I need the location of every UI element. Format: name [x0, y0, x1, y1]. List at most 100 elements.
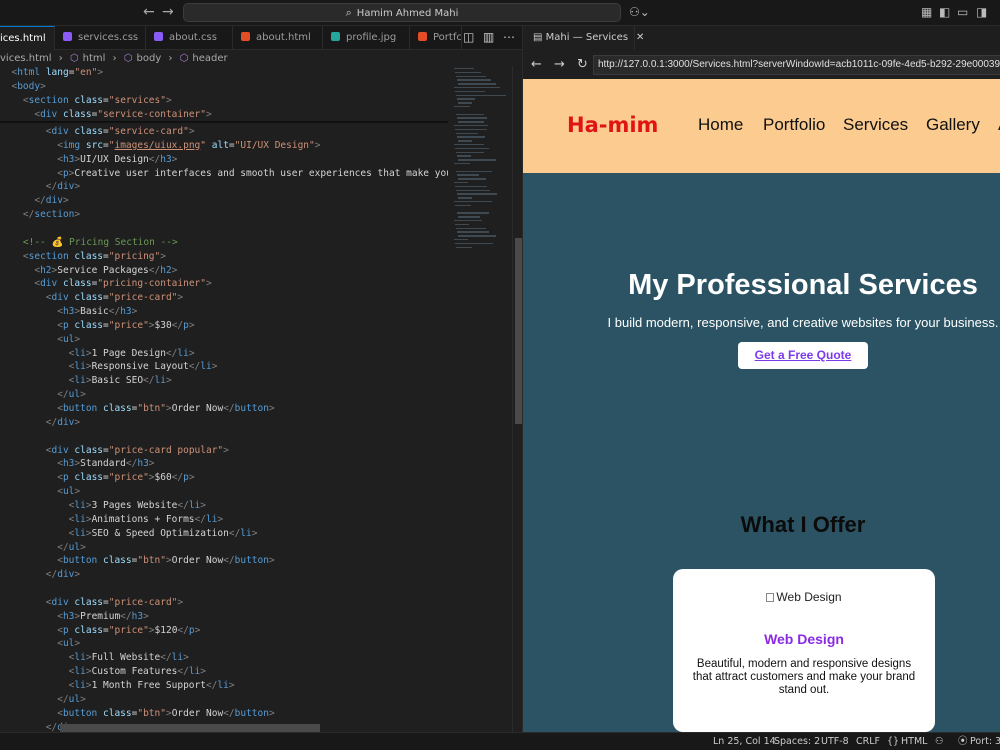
code-line[interactable]: <p class="price">$60</p>: [0, 471, 194, 485]
code-line[interactable]: <h3>Standard</h3>: [0, 457, 154, 471]
breadcrumb-file[interactable]: vices.html: [0, 53, 52, 64]
toggle-sidebar-icon[interactable]: ◧: [939, 5, 950, 19]
code-editor[interactable]: <html lang="en"> <body> <section class="…: [0, 66, 448, 732]
code-line[interactable]: <div class="price-card popular">: [0, 444, 229, 458]
nav-link-portfolio[interactable]: Portfolio: [763, 115, 825, 135]
scrollbar-thumb[interactable]: [515, 238, 522, 424]
code-line[interactable]: <ul>: [0, 485, 80, 499]
breadcrumb-header[interactable]: header: [192, 53, 227, 64]
browser-toolbar: ← → ↻ http://127.0.0.1:3000/Services.htm…: [523, 51, 1000, 79]
tab-about-html[interactable]: about.html: [233, 26, 323, 50]
code-line[interactable]: <p>Creative user interfaces and smooth u…: [0, 167, 448, 181]
code-line[interactable]: <button class="btn">Order Now</button>: [0, 554, 274, 568]
code-line[interactable]: <li>SEO & Speed Optimization</li>: [0, 527, 258, 541]
command-center-search[interactable]: ⌕ Hamim Ahmed Mahi: [183, 3, 621, 22]
forward-icon[interactable]: →: [554, 57, 565, 72]
code-line[interactable]: <div class="price-card">: [0, 596, 183, 610]
code-line[interactable]: <button class="btn">Order Now</button>: [0, 707, 274, 721]
code-line[interactable]: <li>1 Month Free Support</li>: [0, 679, 235, 693]
split-editor-icon[interactable]: ▥: [483, 30, 494, 44]
broadcast-icon: ⦿: [958, 736, 968, 747]
tab-label: Portfc: [433, 32, 462, 43]
code-line[interactable]: <div class="price-card">: [0, 291, 183, 305]
code-line[interactable]: <li>Responsive Layout</li>: [0, 360, 218, 374]
tab-services-html[interactable]: ices.html: [0, 26, 55, 50]
code-line[interactable]: <li>Animations + Forms</li>: [0, 513, 224, 527]
tab-profile-jpg[interactable]: profile.jpg: [323, 26, 410, 50]
code-line[interactable]: <section class="services">: [0, 94, 172, 108]
tab-services-css[interactable]: services.css: [55, 26, 146, 50]
code-line[interactable]: <h3>Premium</h3>: [0, 610, 149, 624]
customize-layout-icon[interactable]: ▦: [921, 5, 932, 19]
code-line[interactable]: <ul>: [0, 333, 80, 347]
code-line[interactable]: </div>: [0, 416, 80, 430]
code-line[interactable]: <li>Full Website</li>: [0, 651, 189, 665]
code-line[interactable]: </div>: [0, 180, 80, 194]
reload-icon[interactable]: ↻: [577, 57, 588, 72]
minimap-line: [454, 68, 474, 70]
minimap[interactable]: [448, 66, 512, 732]
code-line[interactable]: <p class="price">$30</p>: [0, 319, 194, 333]
horizontal-scrollbar[interactable]: [60, 724, 320, 732]
tab-portfolio[interactable]: Portfc: [410, 26, 462, 50]
tag-icon: ⬡: [179, 53, 189, 64]
browser-tab-title: Mahi — Services: [545, 32, 629, 43]
toggle-secondary-sidebar-icon[interactable]: ◨: [976, 5, 987, 19]
code-line[interactable]: <li>1 Page Design</li>: [0, 347, 195, 361]
back-arrow-icon[interactable]: ←: [143, 4, 155, 20]
code-line[interactable]: <div class="pricing-container">: [0, 277, 211, 291]
code-line[interactable]: <h3>UI/UX Design</h3>: [0, 153, 177, 167]
vertical-scrollbar[interactable]: [512, 66, 522, 732]
braces-icon: {}: [887, 736, 900, 747]
code-line[interactable]: </ul>: [0, 388, 86, 402]
free-quote-button[interactable]: Get a Free Quote: [738, 342, 868, 369]
back-icon[interactable]: ←: [531, 57, 542, 72]
forward-arrow-icon[interactable]: →: [162, 4, 174, 20]
minimap-line: [454, 201, 492, 203]
code-line[interactable]: </div>: [0, 568, 80, 582]
code-line[interactable]: <img src="images/uiux.png" alt="UI/UX De…: [0, 139, 320, 153]
breadcrumb-body[interactable]: body: [137, 53, 162, 64]
code-line[interactable]: <p class="price">$120</p>: [0, 624, 200, 638]
close-icon[interactable]: ✕: [636, 32, 644, 43]
minimap-line: [456, 75, 486, 77]
toggle-panel-icon[interactable]: ▭: [957, 5, 968, 19]
code-line[interactable]: <ul>: [0, 637, 80, 651]
code-line[interactable]: </div>: [0, 194, 68, 208]
copilot-icon[interactable]: ⚇⌄: [629, 5, 650, 19]
code-line[interactable]: <div class="service-container">: [0, 108, 211, 122]
code-line[interactable]: <body>: [0, 80, 45, 94]
live-server-port[interactable]: Port: 30: [970, 733, 1000, 750]
encoding[interactable]: UTF-8: [821, 733, 849, 750]
code-line[interactable]: <div class="service-card">: [0, 125, 195, 139]
browser-tab[interactable]: ▤ Mahi — Services ✕: [523, 26, 644, 50]
code-line[interactable]: </ul>: [0, 693, 86, 707]
language-mode[interactable]: HTML: [901, 733, 927, 750]
code-line[interactable]: <li>3 Pages Website</li>: [0, 499, 206, 513]
cursor-position[interactable]: Ln 25, Col 14: [713, 733, 776, 750]
tab-about-css[interactable]: about.css: [146, 26, 233, 50]
code-line[interactable]: <!-- 💰 Pricing Section -->: [0, 236, 178, 250]
code-line[interactable]: <html lang="en">: [0, 66, 103, 80]
code-line[interactable]: <h3>Basic</h3>: [0, 305, 137, 319]
code-line[interactable]: <h2>Service Packages</h2>: [0, 264, 177, 278]
more-actions-icon[interactable]: ⋯: [503, 30, 515, 44]
site-logo[interactable]: Ha-mim: [567, 113, 658, 137]
line-ending[interactable]: CRLF: [856, 733, 880, 750]
code-line[interactable]: <button class="btn">Order Now</button>: [0, 402, 274, 416]
minimap-line: [455, 90, 485, 93]
open-preview-icon[interactable]: ◫: [463, 30, 474, 44]
code-line[interactable]: <li>Basic SEO</li>: [0, 374, 172, 388]
nav-link-gallery[interactable]: Gallery: [926, 115, 980, 135]
copilot-status-icon[interactable]: ⚇: [935, 733, 944, 750]
code-line[interactable]: </ul>: [0, 541, 86, 555]
nav-link-services[interactable]: Services: [843, 115, 908, 135]
indentation[interactable]: Spaces: 2: [774, 733, 820, 750]
url-input[interactable]: http://127.0.0.1:3000/Services.html?serv…: [593, 55, 1000, 75]
nav-link-home[interactable]: Home: [698, 115, 743, 135]
code-line[interactable]: <section class="pricing">: [0, 250, 166, 264]
code-line[interactable]: <li>Custom Features</li>: [0, 665, 206, 679]
breadcrumb-html[interactable]: html: [83, 53, 106, 64]
css-file-icon: [154, 32, 163, 41]
code-line[interactable]: </section>: [0, 208, 80, 222]
